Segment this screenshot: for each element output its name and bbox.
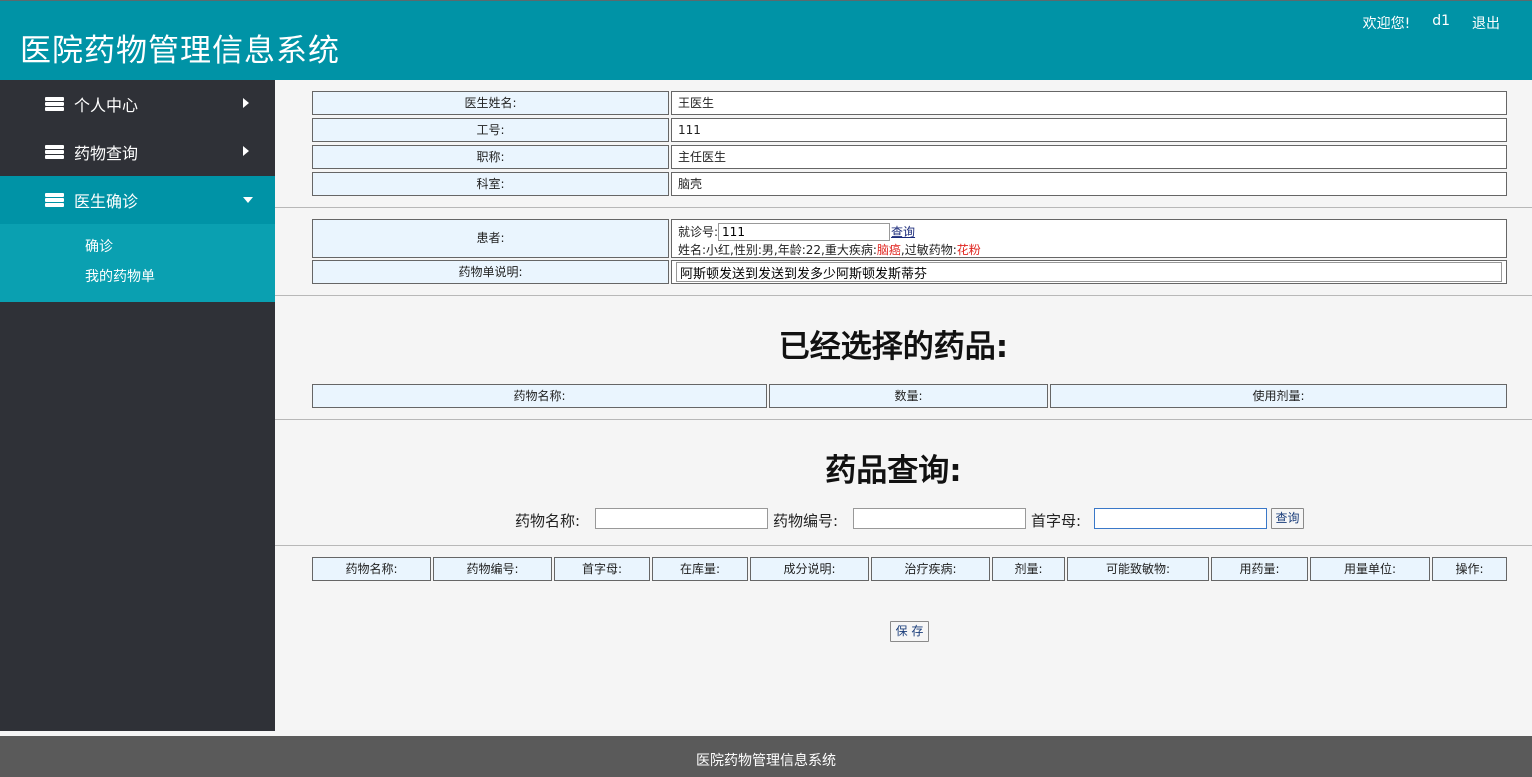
query-initial-input[interactable]	[1094, 508, 1267, 529]
chevron-right-icon	[243, 98, 249, 108]
query-name-input[interactable]	[595, 508, 768, 529]
chevron-right-icon	[243, 146, 249, 156]
sidebar-item-label: 医生确诊	[74, 192, 139, 211]
stack-icon	[45, 96, 64, 112]
stack-icon	[45, 144, 64, 160]
doctor-id-label: 工号:	[312, 118, 669, 142]
doctor-title-label: 职称:	[312, 145, 669, 169]
doctor-name-label: 医生姓名:	[312, 91, 669, 115]
doctor-name-value: 王医生	[671, 91, 1507, 115]
doctor-id-value: 111	[671, 118, 1507, 142]
divider	[275, 207, 1532, 208]
prescription-note-label: 药物单说明:	[312, 260, 669, 284]
footer: 医院药物管理信息系统	[0, 736, 1532, 777]
main-content: 医生姓名: 王医生 工号: 111 职称: 主任医生 科室: 脑壳 患者: 就诊…	[275, 80, 1532, 731]
selected-col-name: 药物名称:	[312, 384, 767, 408]
patient-label: 患者:	[312, 219, 669, 258]
result-col-name: 药物名称:	[312, 557, 431, 581]
logout-link[interactable]: 退出	[1472, 13, 1500, 33]
sidebar-item-label: 个人中心	[74, 96, 139, 115]
drug-query-title: 药品查询:	[825, 453, 962, 489]
query-name-label: 药物名称:	[515, 512, 581, 530]
divider	[275, 295, 1532, 296]
selected-col-quantity: 数量:	[769, 384, 1048, 408]
selected-col-dosage: 使用剂量:	[1050, 384, 1507, 408]
result-col-dose: 剂量:	[992, 557, 1065, 581]
query-code-input[interactable]	[853, 508, 1026, 529]
query-button[interactable]: 查询	[1271, 508, 1304, 529]
chevron-down-icon	[243, 197, 253, 203]
submenu-item-my-prescriptions[interactable]: 我的药物单	[0, 262, 275, 292]
doctor-dept-value: 脑壳	[671, 172, 1507, 196]
user-bar: 欢迎您! d1 退出	[1363, 13, 1500, 33]
result-col-treats: 治疗疾病:	[871, 557, 990, 581]
result-col-initial: 首字母:	[554, 557, 650, 581]
submenu-item-diagnose[interactable]: 确诊	[0, 232, 275, 262]
patient-info: 姓名:小红,性别:男,年龄:22,重大疾病:脑癌,过敏药物:花粉	[678, 242, 1506, 258]
result-col-allergens: 可能致敏物:	[1067, 557, 1209, 581]
visit-number-label: 就诊号:	[678, 224, 719, 239]
patient-query-link[interactable]: 查询	[891, 224, 915, 240]
sidebar-item-diagnosis[interactable]: 医生确诊	[0, 176, 275, 224]
result-col-usage: 用药量:	[1211, 557, 1308, 581]
username-link[interactable]: d1	[1432, 13, 1450, 33]
diagnosis-submenu: 确诊 我的药物单	[0, 224, 275, 302]
prescription-note-input[interactable]	[676, 262, 1502, 282]
visit-number-input[interactable]	[718, 222, 891, 241]
sidebar-item-label: 药物查询	[74, 144, 139, 163]
prescription-note-cell	[671, 260, 1507, 284]
save-button[interactable]: 保 存	[890, 621, 929, 642]
result-col-code: 药物编号:	[433, 557, 552, 581]
result-col-ingredients: 成分说明:	[750, 557, 869, 581]
sidebar: 个人中心 药物查询 医生确诊 确诊 我的药物单	[0, 80, 275, 731]
divider	[275, 419, 1532, 420]
patient-cell: 就诊号: 查询 姓名:小红,性别:男,年龄:22,重大疾病:脑癌,过敏药物:花粉	[671, 219, 1507, 258]
patient-info-text: 姓名:小红,性别:男,年龄:22,重大疾病:	[678, 243, 877, 257]
selected-drugs-title: 已经选择的药品:	[778, 329, 1009, 365]
doctor-title-value: 主任医生	[671, 145, 1507, 169]
result-col-action: 操作:	[1432, 557, 1507, 581]
patient-disease: 脑癌	[876, 243, 901, 257]
query-code-label: 药物编号:	[773, 512, 839, 530]
divider	[275, 545, 1532, 546]
app-title: 医院药物管理信息系统	[20, 33, 340, 69]
query-initial-label: 首字母:	[1031, 512, 1082, 530]
patient-allergy: 花粉	[956, 243, 981, 257]
doctor-dept-label: 科室:	[312, 172, 669, 196]
welcome-text: 欢迎您!	[1362, 16, 1411, 32]
top-header: 医院药物管理信息系统 欢迎您! d1 退出	[0, 0, 1532, 80]
stack-icon	[45, 192, 64, 208]
patient-allergy-label: ,过敏药物:	[900, 243, 957, 257]
result-col-stock: 在库量:	[652, 557, 748, 581]
sidebar-item-drug-query[interactable]: 药物查询	[0, 128, 275, 176]
sidebar-item-personal-center[interactable]: 个人中心	[0, 80, 275, 128]
result-col-unit: 用量单位:	[1310, 557, 1430, 581]
